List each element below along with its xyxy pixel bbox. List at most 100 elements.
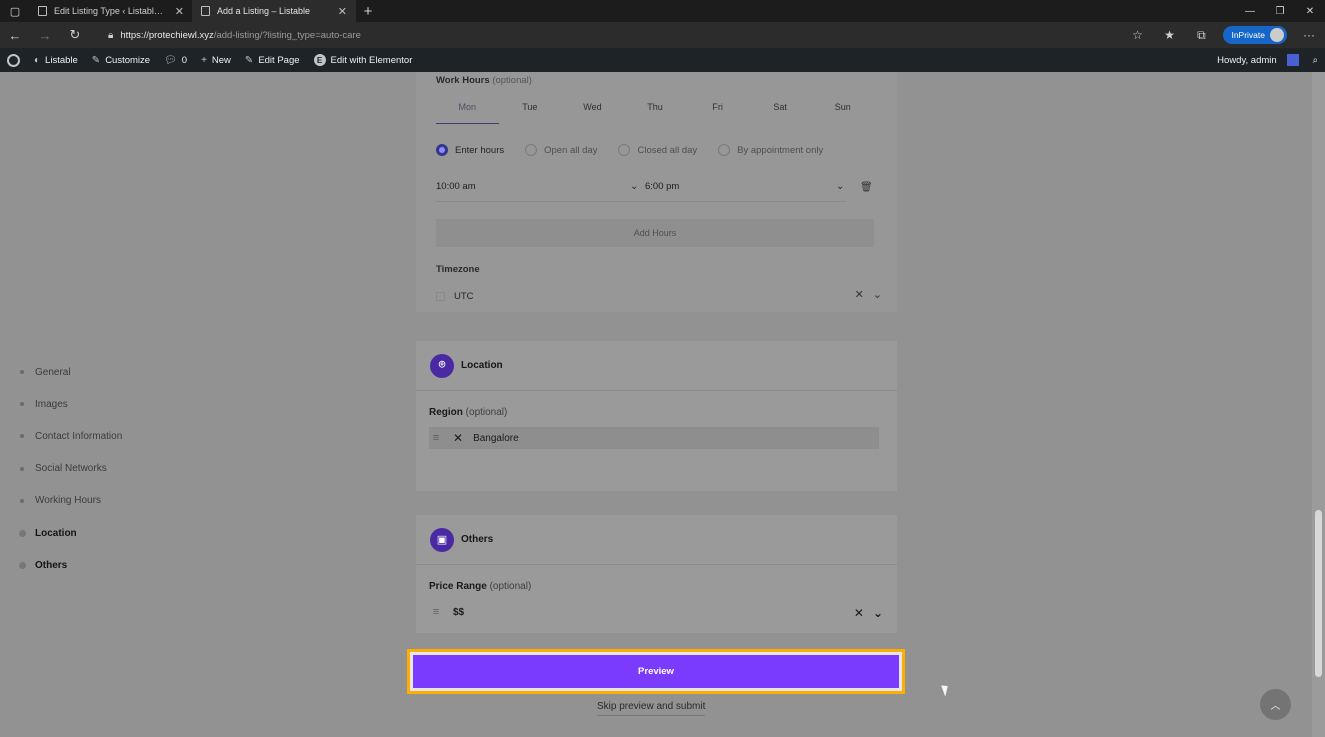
page-icon xyxy=(201,6,210,16)
nav-item-social-networks[interactable]: Social Networks xyxy=(20,453,122,485)
remove-icon[interactable]: ✕ xyxy=(453,431,463,445)
brush-icon: ✎ xyxy=(91,54,101,66)
radio-label: By appointment only xyxy=(737,144,824,156)
scrollbar-thumb[interactable] xyxy=(1315,510,1322,677)
radio-label: Enter hours xyxy=(455,144,505,156)
profile-avatar xyxy=(1270,28,1284,42)
edit-elementor-link[interactable]: E Edit with Elementor xyxy=(307,48,420,72)
url-field[interactable]: 🔒︎ https://protechiewl.xyz/add-listing/?… xyxy=(108,27,361,43)
checkbox-icon xyxy=(436,291,445,301)
more-menu-icon[interactable]: ··· xyxy=(1293,28,1325,42)
nav-item-working-hours[interactable]: Working Hours xyxy=(20,485,122,517)
day-tab-fri[interactable]: Fri xyxy=(686,102,749,124)
timezone-value: UTC xyxy=(454,290,474,302)
radio-enter-hours[interactable]: Enter hours xyxy=(436,144,504,156)
restore-icon[interactable]: ❐ xyxy=(1265,0,1295,22)
search-icon[interactable]: ⌕ xyxy=(1306,48,1325,72)
open-time-select[interactable]: 10:00 am xyxy=(436,181,476,192)
pencil-icon: ✎ xyxy=(244,54,254,66)
nav-label: Social Networks xyxy=(35,463,107,475)
day-tab-thu[interactable]: Thu xyxy=(624,102,687,124)
region-token[interactable]: ≡ ✕ Bangalore xyxy=(429,427,879,449)
minimize-icon[interactable]: — xyxy=(1235,0,1265,22)
trash-icon[interactable]: 🗑︎ xyxy=(860,182,873,193)
close-tab-icon[interactable]: ✕ xyxy=(175,5,184,18)
wp-logo-button[interactable] xyxy=(0,48,27,72)
work-hours-title: Work Hours xyxy=(436,75,490,86)
comments-link[interactable]: 💬︎ 0 xyxy=(157,48,194,72)
address-bar: ← → ↻ 🔒︎ https://protechiewl.xyz/add-lis… xyxy=(0,22,1325,48)
close-window-icon[interactable]: ✕ xyxy=(1295,0,1325,22)
edit-page-link[interactable]: ✎ Edit Page xyxy=(238,48,307,72)
price-value: $$ xyxy=(453,606,465,618)
url-path: /add-listing/?listing_type=auto-care xyxy=(213,29,361,41)
timezone-select[interactable]: UTC ✕ ⌄ xyxy=(436,284,882,308)
drag-handle-icon[interactable]: ≡ xyxy=(429,606,443,618)
refresh-button[interactable]: ↻ xyxy=(60,22,90,48)
card-title: Location xyxy=(461,360,503,371)
nav-label: Location xyxy=(35,527,77,539)
tab-edit-listing-type[interactable]: Edit Listing Type ‹ Listable — W... ✕ xyxy=(30,0,193,22)
bullet-icon xyxy=(20,370,24,375)
drag-handle-icon[interactable]: ≡ xyxy=(429,432,443,444)
radio-label: Open all day xyxy=(544,144,598,156)
nav-item-contact-information[interactable]: Contact Information xyxy=(20,420,122,452)
day-tab-sun[interactable]: Sun xyxy=(811,102,874,124)
new-content-link[interactable]: + New xyxy=(194,48,238,72)
nav-item-general[interactable]: General xyxy=(20,356,122,388)
nav-label: Contact Information xyxy=(35,430,123,442)
add-favorite-icon[interactable]: ☆ xyxy=(1121,28,1153,42)
radio-closed-all-day[interactable]: Closed all day xyxy=(618,144,697,156)
browser-toolbar-right: ☆ ★ ⧉ InPrivate ··· xyxy=(1121,22,1325,48)
work-hours-label: Work Hours (optional) xyxy=(436,75,532,86)
chevron-down-icon[interactable]: ⌄ xyxy=(630,181,638,192)
page-scrollbar[interactable] xyxy=(1312,72,1325,737)
clear-icon[interactable]: ✕ xyxy=(855,288,864,301)
chevron-down-icon[interactable]: ⌄ xyxy=(836,181,844,192)
day-tab-mon[interactable]: Mon xyxy=(436,102,499,124)
day-tab-sat[interactable]: Sat xyxy=(749,102,812,124)
bullet-icon xyxy=(20,434,24,439)
radio-icon xyxy=(718,144,731,156)
nav-item-others[interactable]: Others xyxy=(18,549,122,581)
radio-open-all-day[interactable]: Open all day xyxy=(525,144,597,156)
clear-icon[interactable]: ✕ xyxy=(854,606,864,620)
radio-by-appointment[interactable]: By appointment only xyxy=(718,144,823,156)
day-tab-wed[interactable]: Wed xyxy=(561,102,624,124)
forward-button[interactable]: → xyxy=(30,22,60,48)
customize-link[interactable]: ✎ Customize xyxy=(85,48,157,72)
inprivate-badge[interactable]: InPrivate xyxy=(1223,26,1287,44)
day-tab-tue[interactable]: Tue xyxy=(499,102,562,124)
bullet-icon xyxy=(20,466,24,471)
nav-item-location[interactable]: Location xyxy=(18,517,122,549)
skip-preview-link[interactable]: Skip preview and submit xyxy=(597,701,706,716)
url-host: https://protechiewl.xyz xyxy=(120,29,214,41)
favorites-icon[interactable]: ★ xyxy=(1153,28,1185,42)
collections-icon[interactable]: ⧉ xyxy=(1185,28,1217,43)
preview-button[interactable]: Preview xyxy=(410,652,902,691)
work-hours-card: Work Hours (optional) Mon Tue Wed Thu Fr… xyxy=(416,72,897,312)
site-name-link[interactable]: ◐ Listable xyxy=(27,48,85,72)
nav-label: General xyxy=(35,366,71,378)
nav-label: Working Hours xyxy=(35,495,101,507)
price-range-select[interactable]: ≡ $$ xyxy=(429,601,879,623)
comments-count: 0 xyxy=(181,54,188,66)
card-title: Others xyxy=(461,534,494,545)
chevron-down-icon[interactable]: ⌄ xyxy=(873,288,882,301)
form-section-nav: General Images Contact Information Socia… xyxy=(18,356,122,581)
scroll-to-top-button[interactable]: ︿ xyxy=(1260,689,1291,720)
timezone-label: Timezone xyxy=(436,264,480,275)
nav-item-images[interactable]: Images xyxy=(20,388,122,420)
close-tab-icon[interactable]: ✕ xyxy=(338,5,347,18)
chevron-down-icon[interactable]: ⌄ xyxy=(873,606,883,620)
tab-actions-icon[interactable]: ▢ xyxy=(0,0,30,22)
others-card-header: ▣ Others xyxy=(416,515,897,565)
dashboard-icon: ◐ xyxy=(34,54,41,66)
tab-add-listing[interactable]: Add a Listing – Listable ✕ xyxy=(193,0,356,22)
close-time-select[interactable]: 6:00 pm xyxy=(645,181,679,192)
add-hours-button[interactable]: Add Hours xyxy=(436,219,874,247)
howdy-label: Howdy, admin xyxy=(1217,54,1277,66)
new-tab-button[interactable]: + xyxy=(356,3,380,20)
account-menu[interactable]: Howdy, admin xyxy=(1210,48,1306,72)
back-button[interactable]: ← xyxy=(0,22,30,48)
